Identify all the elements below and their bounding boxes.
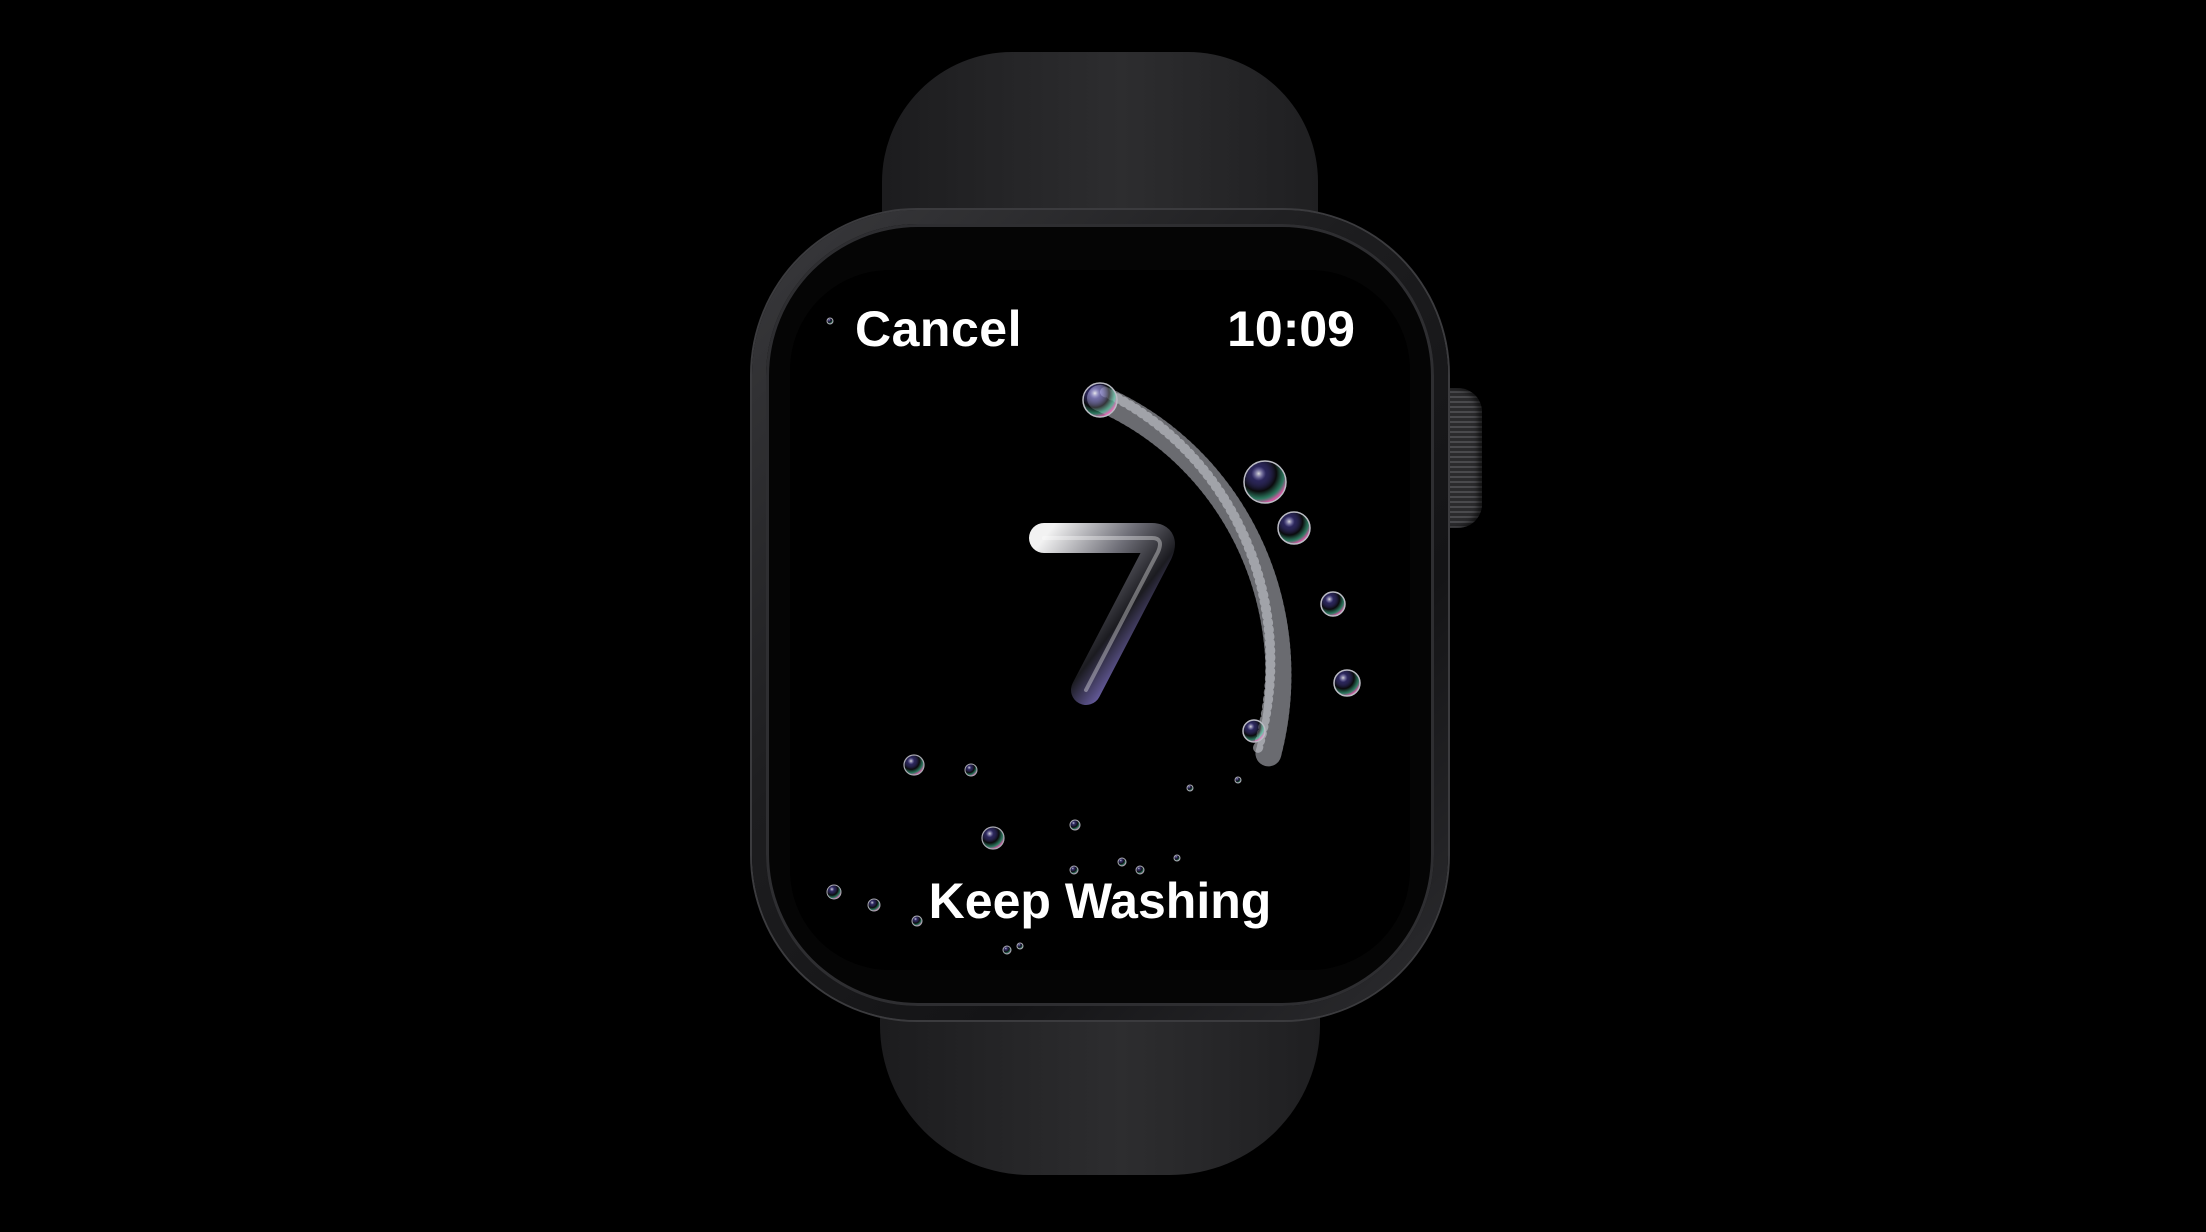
countdown-number: 7 (1029, 523, 1175, 705)
clock-time: 10:09 (1227, 301, 1355, 357)
stage: 7 Cancel 10:09 Keep Washing (0, 0, 2206, 1232)
cancel-button[interactable]: Cancel (855, 300, 1022, 358)
bubble-ring-icon (1082, 382, 1361, 768)
status-label: Keep Washing (928, 873, 1272, 929)
countdown-value: 7 (1097, 612, 1103, 623)
soap-bubbles-icon (826, 317, 1242, 955)
handwash-animation: 7 (826, 317, 1361, 955)
